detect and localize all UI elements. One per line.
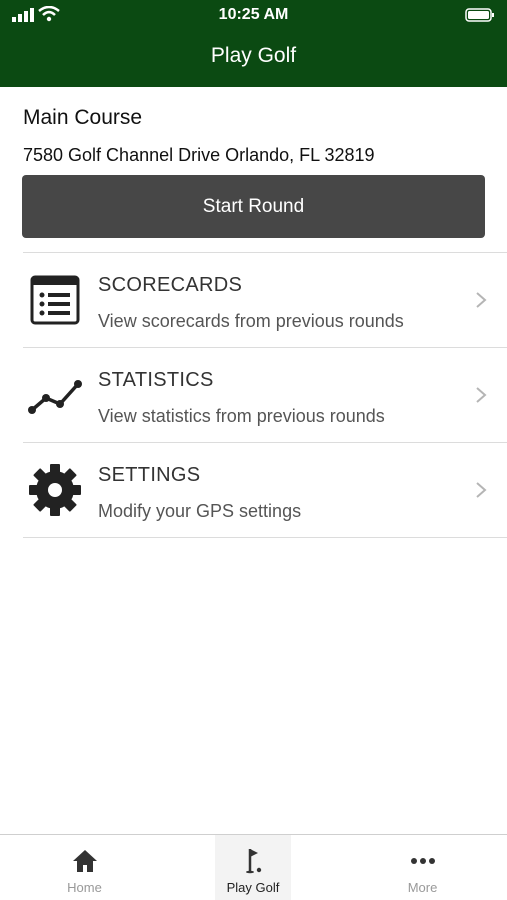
menu-item-statistics[interactable]: STATISTICS View statistics from previous… — [23, 347, 507, 442]
battery-icon — [465, 8, 494, 22]
divider — [23, 537, 507, 538]
menu-subtitle: View statistics from previous rounds — [98, 406, 385, 426]
menu-item-settings[interactable]: SETTINGS Modify your GPS settings — [23, 442, 507, 537]
menu-subtitle: View scorecards from previous rounds — [98, 311, 404, 331]
tab-home[interactable]: Home — [0, 835, 169, 900]
home-icon — [72, 850, 97, 872]
status-bar: 10:25 AM — [0, 0, 507, 30]
tab-play-golf[interactable]: Play Golf — [215, 835, 291, 900]
menu-title: STATISTICS — [98, 369, 214, 391]
statistics-icon — [28, 380, 82, 414]
status-time: 10:25 AM — [218, 6, 289, 23]
menu-item-scorecards[interactable]: SCORECARDS View scorecards from previous… — [23, 252, 507, 347]
tab-label: Home — [67, 880, 102, 895]
more-dots-icon — [410, 858, 435, 864]
page-title: Play Golf — [210, 44, 297, 67]
chevron-right-icon — [476, 292, 487, 308]
menu-title: SETTINGS — [98, 464, 201, 486]
start-round-button[interactable]: Start Round — [22, 175, 485, 238]
menu-title: SCORECARDS — [98, 274, 243, 296]
tab-bar: Home Play Golf More — [0, 834, 507, 900]
scorecard-icon — [30, 275, 80, 325]
top-bar: 10:25 AM Play Golf — [0, 0, 507, 87]
tab-label: More — [407, 880, 438, 895]
gear-icon — [29, 464, 81, 516]
tab-label: Play Golf — [226, 880, 280, 895]
menu-subtitle: Modify your GPS settings — [98, 501, 302, 521]
course-name: Main Course — [23, 106, 143, 129]
course-address: 7580 Golf Channel Drive Orlando, FL 3281… — [23, 145, 375, 165]
chevron-right-icon — [476, 387, 487, 403]
golf-flag-icon — [246, 849, 262, 874]
chevron-right-icon — [476, 482, 487, 498]
tab-more[interactable]: More — [338, 835, 507, 900]
